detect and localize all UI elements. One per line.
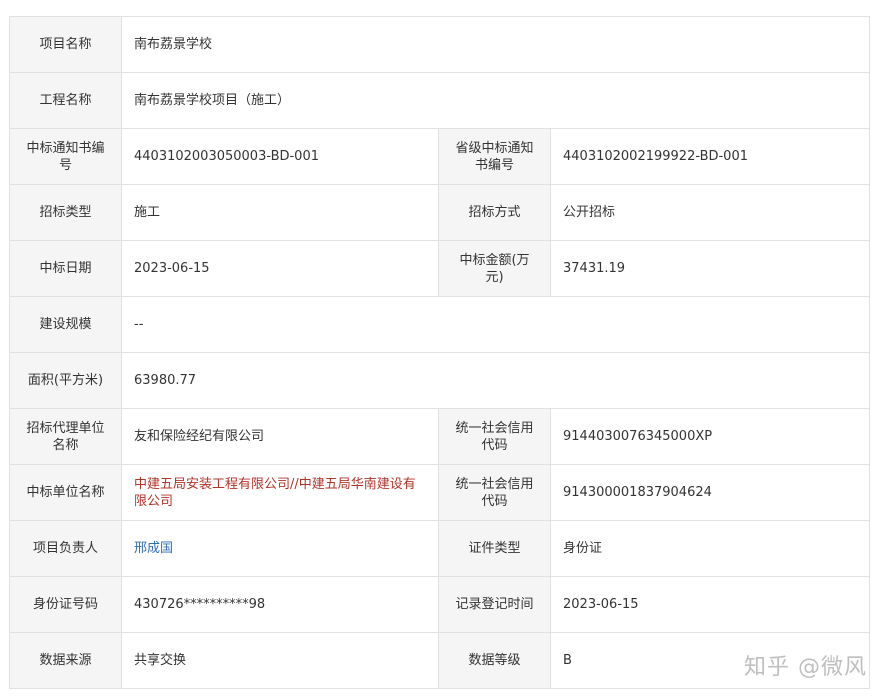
table-row: 项目名称 南布荔景学校 xyxy=(9,16,871,73)
area-label: 面积(平方米) xyxy=(9,352,122,409)
bid-method-value: 公开招标 xyxy=(549,184,871,241)
source-label: 数据来源 xyxy=(9,632,122,689)
id-type-label: 证件类型 xyxy=(438,520,551,577)
agent-credit-code-value: 9144030076345000XP xyxy=(549,408,871,465)
agent-label: 招标代理单位名称 xyxy=(9,408,122,465)
bid-type-label: 招标类型 xyxy=(9,184,122,241)
bid-date-value: 2023-06-15 xyxy=(121,240,439,297)
project-info-table: 项目名称 南布荔景学校 工程名称 南布荔景学校项目（施工） 中标通知书编号 44… xyxy=(9,16,871,689)
agent-value: 友和保险经纪有限公司 xyxy=(121,408,439,465)
manager-label: 项目负责人 xyxy=(9,520,122,577)
winner-credit-code-label: 统一社会信用代码 xyxy=(438,464,551,521)
agent-credit-code-label: 统一社会信用代码 xyxy=(438,408,551,465)
id-type-value: 身份证 xyxy=(549,520,871,577)
bid-amount-value: 37431.19 xyxy=(549,240,871,297)
scale-label: 建设规模 xyxy=(9,296,122,353)
winner-credit-code-value: 914300001837904624 xyxy=(549,464,871,521)
project-name-value: 南布荔景学校 xyxy=(120,16,871,73)
table-row: 中标通知书编号 4403102003050003-BD-001 省级中标通知书编… xyxy=(9,128,871,185)
provincial-notice-no-value: 4403102002199922-BD-001 xyxy=(549,128,871,185)
project-name-label: 项目名称 xyxy=(9,16,122,73)
table-row: 项目负责人 邢成国 证件类型 身份证 xyxy=(9,520,871,577)
bid-type-value: 施工 xyxy=(121,184,439,241)
engineering-name-label: 工程名称 xyxy=(9,72,122,129)
winner-value: 中建五局安装工程有限公司//中建五局华南建设有限公司 xyxy=(121,464,439,521)
table-row: 中标单位名称 中建五局安装工程有限公司//中建五局华南建设有限公司 统一社会信用… xyxy=(9,464,871,521)
provincial-notice-no-label: 省级中标通知书编号 xyxy=(438,128,551,185)
table-row: 工程名称 南布荔景学校项目（施工） xyxy=(9,72,871,129)
id-no-value: 430726**********98 xyxy=(121,576,439,633)
table-row: 建设规模 -- xyxy=(9,296,871,353)
bid-method-label: 招标方式 xyxy=(438,184,551,241)
winner-label: 中标单位名称 xyxy=(9,464,122,521)
notice-no-value: 4403102003050003-BD-001 xyxy=(121,128,439,185)
data-level-label: 数据等级 xyxy=(438,632,551,689)
table-row: 身份证号码 430726**********98 记录登记时间 2023-06-… xyxy=(9,576,871,633)
watermark: 知乎 @微风 xyxy=(744,655,867,680)
table-row: 面积(平方米) 63980.77 xyxy=(9,352,871,409)
table-row: 数据来源 共享交换 数据等级 B xyxy=(9,632,871,689)
id-no-label: 身份证号码 xyxy=(9,576,122,633)
table-row: 招标类型 施工 招标方式 公开招标 xyxy=(9,184,871,241)
table-row: 招标代理单位名称 友和保险经纪有限公司 统一社会信用代码 91440300763… xyxy=(9,408,871,465)
engineering-name-value: 南布荔景学校项目（施工） xyxy=(120,72,871,129)
notice-no-label: 中标通知书编号 xyxy=(9,128,122,185)
record-time-label: 记录登记时间 xyxy=(438,576,551,633)
bid-date-label: 中标日期 xyxy=(9,240,122,297)
source-value: 共享交换 xyxy=(121,632,439,689)
record-time-value: 2023-06-15 xyxy=(549,576,871,633)
scale-value: -- xyxy=(120,296,871,353)
table-row: 中标日期 2023-06-15 中标金额(万元) 37431.19 xyxy=(9,240,871,297)
area-value: 63980.77 xyxy=(120,352,871,409)
bid-amount-label: 中标金额(万元) xyxy=(438,240,551,297)
manager-link[interactable]: 邢成国 xyxy=(121,520,439,577)
